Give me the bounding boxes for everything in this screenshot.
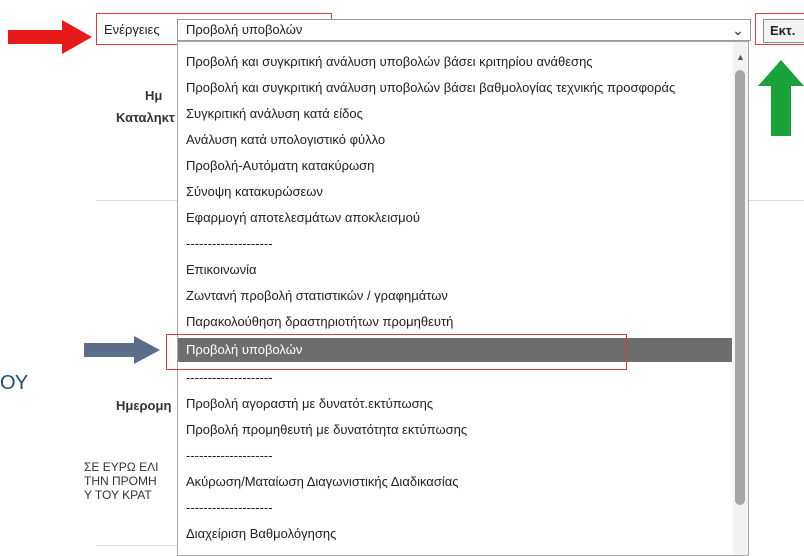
- actions-label: Ενέργειες: [104, 22, 160, 37]
- text-fragment-1: ΣΕ ΕΥΡΩ ΕΛΙ: [84, 460, 159, 474]
- dropdown-option[interactable]: Συγκριτική ανάλυση κατά είδος: [178, 102, 732, 126]
- dropdown-option[interactable]: Παρακολούθηση δραστηριοτήτων προμηθευτή: [178, 310, 732, 334]
- chevron-down-icon[interactable]: ⌄: [729, 19, 747, 41]
- execute-button[interactable]: Εκτ.: [763, 19, 804, 43]
- dropdown-option[interactable]: Σύνοψη κατακυρώσεων: [178, 180, 732, 204]
- dropdown-option[interactable]: Προβολή-Αυτόματη κατακύρωση: [178, 154, 732, 178]
- red-arrow-annotation-icon: [8, 20, 92, 54]
- deadline-label-partial: Καταληκτ: [116, 110, 175, 125]
- dropdown-option[interactable]: Ανάλυση κατά υπολογιστικό φύλλο: [178, 128, 732, 152]
- actions-select-value: Προβολή υποβολών: [186, 22, 303, 37]
- gray-arrow-annotation-icon: [84, 336, 160, 364]
- scroll-up-arrow-icon[interactable]: ▲: [733, 50, 748, 64]
- scrollbar-thumb[interactable]: [735, 70, 745, 505]
- divider: [96, 200, 177, 201]
- dropdown-option[interactable]: Εφαρμογή αποτελεσμάτων αποκλεισμού: [178, 206, 732, 230]
- dropdown-separator: --------------------: [186, 448, 273, 463]
- dropdown-option[interactable]: Ζωντανή προβολή στατιστικών / γραφημάτων: [178, 284, 732, 308]
- dropdown-option[interactable]: Προβολή και συγκριτική ανάλυση υποβολών …: [178, 50, 732, 74]
- divider: [749, 200, 804, 201]
- text-fragment-3: Υ ΤΟΥ ΚΡΑΤ: [84, 488, 152, 502]
- text-fragment-2: ΤΗΝ ΠΡΟΜΗ: [84, 474, 157, 488]
- dropdown-separator: --------------------: [186, 236, 273, 251]
- dropdown-option[interactable]: Επικοινωνία: [178, 258, 732, 282]
- date-label-partial: Ημ: [145, 88, 163, 103]
- dropdown-option[interactable]: Προβολή αγοραστή με δυνατότ.εκτύπωσης: [178, 392, 732, 416]
- heading-fragment: ΟΥ: [0, 372, 29, 394]
- divider: [96, 545, 177, 546]
- date-label-partial-2: Ημερομη: [116, 398, 172, 413]
- dropdown-option[interactable]: Ακύρωση/Ματαίωση Διαγωνιστικής Διαδικασί…: [178, 470, 732, 494]
- dropdown-option[interactable]: Προβολή προμηθευτή με δυνατότητα εκτύπωσ…: [178, 418, 732, 442]
- dropdown-option[interactable]: Διαχείριση Βαθμολόγησης: [178, 522, 732, 546]
- dropdown-option[interactable]: Προβολή και συγκριτική ανάλυση υποβολών …: [178, 76, 732, 100]
- dropdown-separator: --------------------: [186, 500, 273, 515]
- green-arrow-annotation-icon: [758, 60, 804, 136]
- selected-option-highlight-box: [166, 334, 627, 370]
